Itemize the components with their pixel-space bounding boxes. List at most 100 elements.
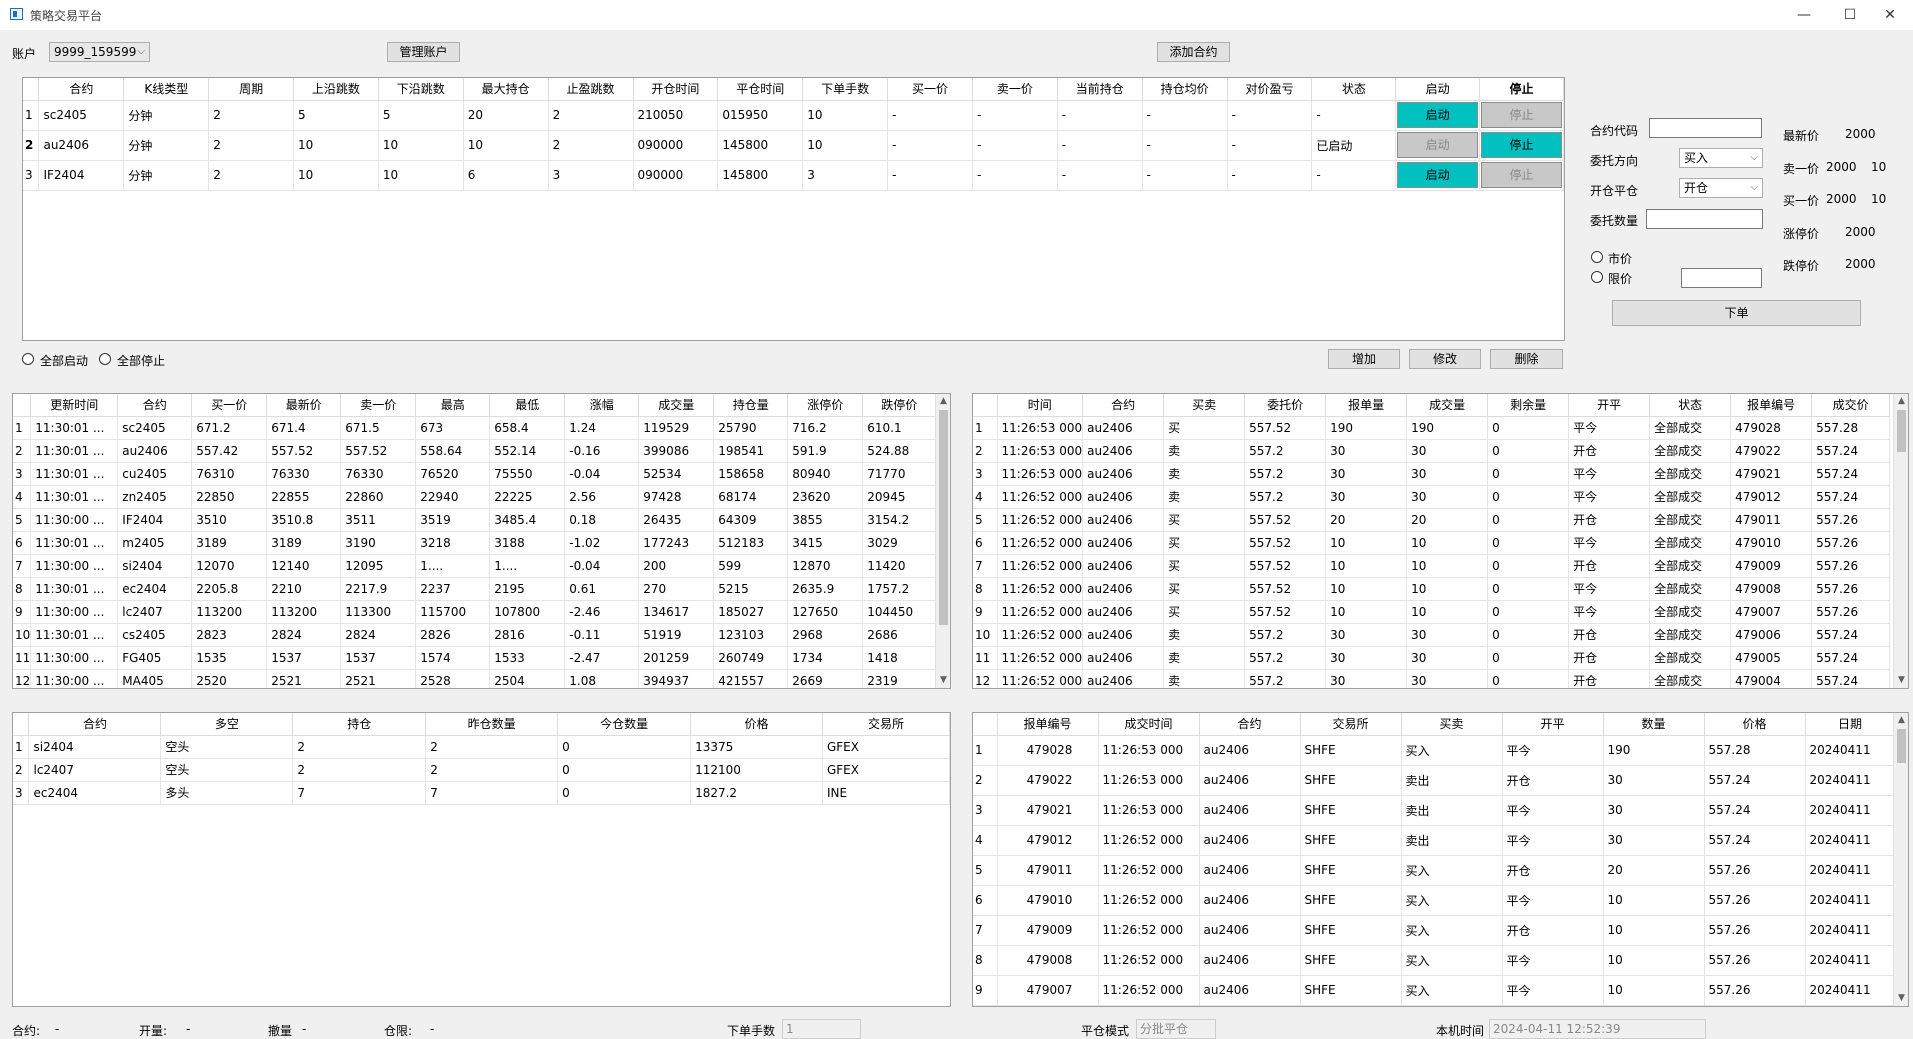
column-header[interactable]: 合约 bbox=[1082, 394, 1165, 417]
trades-scrollbar[interactable]: ▲ ▼ bbox=[1893, 713, 1908, 1006]
market-scrollbar[interactable]: ▲ ▼ bbox=[935, 394, 950, 688]
table-row[interactable]: 3 11:26:53 000 au2406 卖 557.2 30 30 0 平今 全部成交 4790… bbox=[973, 462, 1891, 486]
column-header[interactable]: 交易所 bbox=[822, 713, 950, 736]
table-row[interactable]: 12 11:30:00 ... MA405 2520 2521 2521 2528 2504 1… bbox=[13, 669, 937, 688]
column-header[interactable] bbox=[973, 713, 998, 736]
table-row[interactable]: 4 479012 11:26:52 000 au2406 SHFE 卖出 平今 30 557.2… bbox=[973, 825, 1896, 856]
column-header[interactable] bbox=[13, 394, 32, 417]
column-header[interactable]: 日期 bbox=[1805, 713, 1896, 736]
table-row[interactable]: 6 11:30:01 ... m2405 3189 3189 3190 3218 3188 -1… bbox=[13, 531, 937, 555]
column-header[interactable]: 成交量 bbox=[1406, 394, 1489, 417]
add-contract-button[interactable]: 添加合约 bbox=[1157, 42, 1230, 62]
offset-select[interactable]: 开仓 ⌵ bbox=[1679, 178, 1763, 198]
column-header[interactable]: 合约 bbox=[117, 394, 193, 417]
limit-price-radio[interactable] bbox=[1591, 271, 1603, 283]
table-row[interactable]: 5 11:30:00 ... IF2404 3510 3510.8 3511 3519 348… bbox=[13, 508, 937, 532]
column-header[interactable]: 报单量 bbox=[1325, 394, 1408, 417]
column-header[interactable]: 状态 bbox=[1311, 78, 1397, 101]
stop-button[interactable]: 停止 bbox=[1481, 162, 1562, 188]
strategy-row[interactable]: 2 au2406 分钟 2 10 10 10 2 090000 145800 10- - - - - 已启动启… bbox=[23, 130, 1564, 161]
column-header[interactable]: 持仓 bbox=[292, 713, 427, 736]
table-row[interactable]: 8 11:30:01 ... ec2404 2205.8 2210 2217.9 2237 2… bbox=[13, 577, 937, 601]
column-header[interactable]: 合约 bbox=[28, 713, 162, 736]
column-header[interactable]: 卖一价 bbox=[340, 394, 417, 417]
table-row[interactable]: 6 11:26:52 000 au2406 买 557.52 10 10 0 平今 全部成交 479… bbox=[973, 531, 1891, 555]
column-header[interactable]: 最新价 bbox=[266, 394, 342, 417]
column-header[interactable]: 持仓量 bbox=[713, 394, 789, 417]
column-header[interactable]: 止盈跳数 bbox=[548, 78, 634, 101]
column-header[interactable]: 开仓时间 bbox=[633, 78, 719, 101]
column-header[interactable]: 合约 bbox=[1199, 713, 1301, 736]
column-header[interactable]: 成交时间 bbox=[1098, 713, 1200, 736]
column-header[interactable]: 今仓数量 bbox=[557, 713, 692, 736]
table-row[interactable]: 4 11:30:01 ... zn2405 22850 22855 22860 22940 2… bbox=[13, 485, 937, 509]
table-row[interactable]: 9 11:30:00 ... lc2407 113200 113200 113300 115… bbox=[13, 600, 937, 624]
close-icon[interactable]: ✕ bbox=[1867, 0, 1913, 30]
column-header[interactable]: 跌停价 bbox=[862, 394, 937, 417]
column-header[interactable]: 最低 bbox=[489, 394, 566, 417]
column-header[interactable]: 状态 bbox=[1649, 394, 1732, 417]
column-header[interactable]: 多空 bbox=[160, 713, 294, 736]
column-header[interactable]: 上沿跳数 bbox=[293, 78, 379, 101]
submit-order-button[interactable]: 下单 bbox=[1612, 300, 1861, 326]
column-header[interactable]: 涨幅 bbox=[564, 394, 640, 417]
column-header[interactable]: 交易所 bbox=[1300, 713, 1402, 736]
column-header[interactable]: 当前持仓 bbox=[1057, 78, 1143, 101]
scroll-thumb[interactable] bbox=[1897, 729, 1906, 763]
column-header[interactable]: 价格 bbox=[1704, 713, 1806, 736]
column-header[interactable]: 最高 bbox=[415, 394, 491, 417]
column-header[interactable]: 昨仓数量 bbox=[425, 713, 559, 736]
table-row[interactable]: 9 479007 11:26:52 000 au2406 SHFE 买入 平今 10 557.2… bbox=[973, 975, 1896, 1006]
table-row[interactable]: 11 11:30:00 ... FG405 1535 1537 1537 1574 1533-… bbox=[13, 646, 937, 670]
all-start-radio[interactable] bbox=[22, 353, 34, 365]
table-row[interactable]: 7 11:26:52 000 au2406 买 557.52 10 10 0 开仓 全部成交 479… bbox=[973, 554, 1891, 578]
column-header[interactable]: 下沿跳数 bbox=[378, 78, 464, 101]
market-price-radio[interactable] bbox=[1591, 251, 1603, 263]
table-row[interactable]: 10 11:26:52 000 au2406 卖 557.2 30 30 0 开仓 全部成交 479… bbox=[973, 623, 1891, 647]
table-row[interactable]: 5 479011 11:26:52 000 au2406 SHFE 买入 开仓 20 557.2… bbox=[973, 855, 1896, 886]
table-row[interactable]: 5 11:26:52 000 au2406 买 557.52 20 20 0 开仓 全部成交 479… bbox=[973, 508, 1891, 532]
add-button[interactable]: 增加 bbox=[1328, 349, 1400, 369]
all-stop-radio[interactable] bbox=[99, 353, 111, 365]
table-row[interactable]: 6 479010 11:26:52 000 au2406 SHFE 买入 平今 10 557.2… bbox=[973, 885, 1896, 916]
column-header[interactable]: 买卖 bbox=[1163, 394, 1246, 417]
stop-button[interactable]: 停止 bbox=[1481, 132, 1562, 158]
column-header[interactable]: 周期 bbox=[208, 78, 294, 101]
column-header[interactable]: 开平 bbox=[1568, 394, 1651, 417]
column-header[interactable]: 报单编号 bbox=[997, 713, 1099, 736]
column-header[interactable]: 卖一价 bbox=[972, 78, 1058, 101]
table-row[interactable]: 2 11:30:01 ... au2406 557.42 557.52 557.52 558… bbox=[13, 439, 937, 463]
table-row[interactable]: 2 479022 11:26:53 000 au2406 SHFE 卖出 开仓 30 557.2… bbox=[973, 765, 1896, 796]
table-row[interactable]: 7 479009 11:26:52 000 au2406 SHFE 买入 开仓 10 557.2… bbox=[973, 915, 1896, 946]
table-row[interactable]: 8 11:26:52 000 au2406 买 557.52 10 10 0 平今 全部成交 479… bbox=[973, 577, 1891, 601]
table-row[interactable]: 3 11:30:01 ... cu2405 76310 76330 76330 76520 7… bbox=[13, 462, 937, 486]
scroll-up-icon[interactable]: ▲ bbox=[1894, 713, 1908, 728]
table-row[interactable]: 3 ec2404 多头 7 7 0 1827.2 INE bbox=[13, 781, 950, 805]
column-header[interactable]: 委托价 bbox=[1244, 394, 1327, 417]
edit-button[interactable]: 修改 bbox=[1409, 349, 1481, 369]
start-button[interactable]: 启动 bbox=[1397, 162, 1479, 188]
column-header[interactable]: 更新时间 bbox=[30, 394, 119, 417]
minimize-icon[interactable]: — bbox=[1781, 0, 1827, 30]
column-header[interactable]: 时间 bbox=[997, 394, 1084, 417]
scroll-thumb[interactable] bbox=[939, 410, 948, 625]
lots-input[interactable]: 1 bbox=[782, 1019, 861, 1039]
column-header[interactable]: 买一价 bbox=[887, 78, 973, 101]
column-header[interactable] bbox=[973, 394, 998, 417]
table-row[interactable]: 9 11:26:52 000 au2406 买 557.52 10 10 0 平今 全部成交 479… bbox=[973, 600, 1891, 624]
quantity-input[interactable] bbox=[1646, 209, 1763, 229]
orders-scrollbar[interactable]: ▲ ▼ bbox=[1893, 394, 1908, 688]
scroll-down-icon[interactable]: ▼ bbox=[936, 673, 950, 688]
contract-code-input[interactable] bbox=[1649, 118, 1762, 138]
scroll-thumb[interactable] bbox=[1897, 410, 1906, 452]
strategy-row[interactable]: 1 sc2405 分钟 2 5 5 20 2 210050 015950 10- - - - - - 启动 停止 bbox=[23, 100, 1564, 131]
scroll-up-icon[interactable]: ▲ bbox=[1894, 394, 1908, 409]
start-button[interactable]: 启动 bbox=[1397, 132, 1479, 158]
column-header[interactable]: 数量 bbox=[1603, 713, 1705, 736]
column-header[interactable]: 持仓均价 bbox=[1142, 78, 1228, 101]
table-row[interactable]: 8 479008 11:26:52 000 au2406 SHFE 买入 平今 10 557.2… bbox=[973, 945, 1896, 976]
table-row[interactable]: 10 11:30:01 ... cs2405 2823 2824 2824 2826 2816… bbox=[13, 623, 937, 647]
column-header[interactable] bbox=[23, 78, 40, 101]
account-select[interactable]: 9999_159599 ⌵ bbox=[49, 42, 150, 62]
column-header[interactable]: 成交价 bbox=[1811, 394, 1891, 417]
